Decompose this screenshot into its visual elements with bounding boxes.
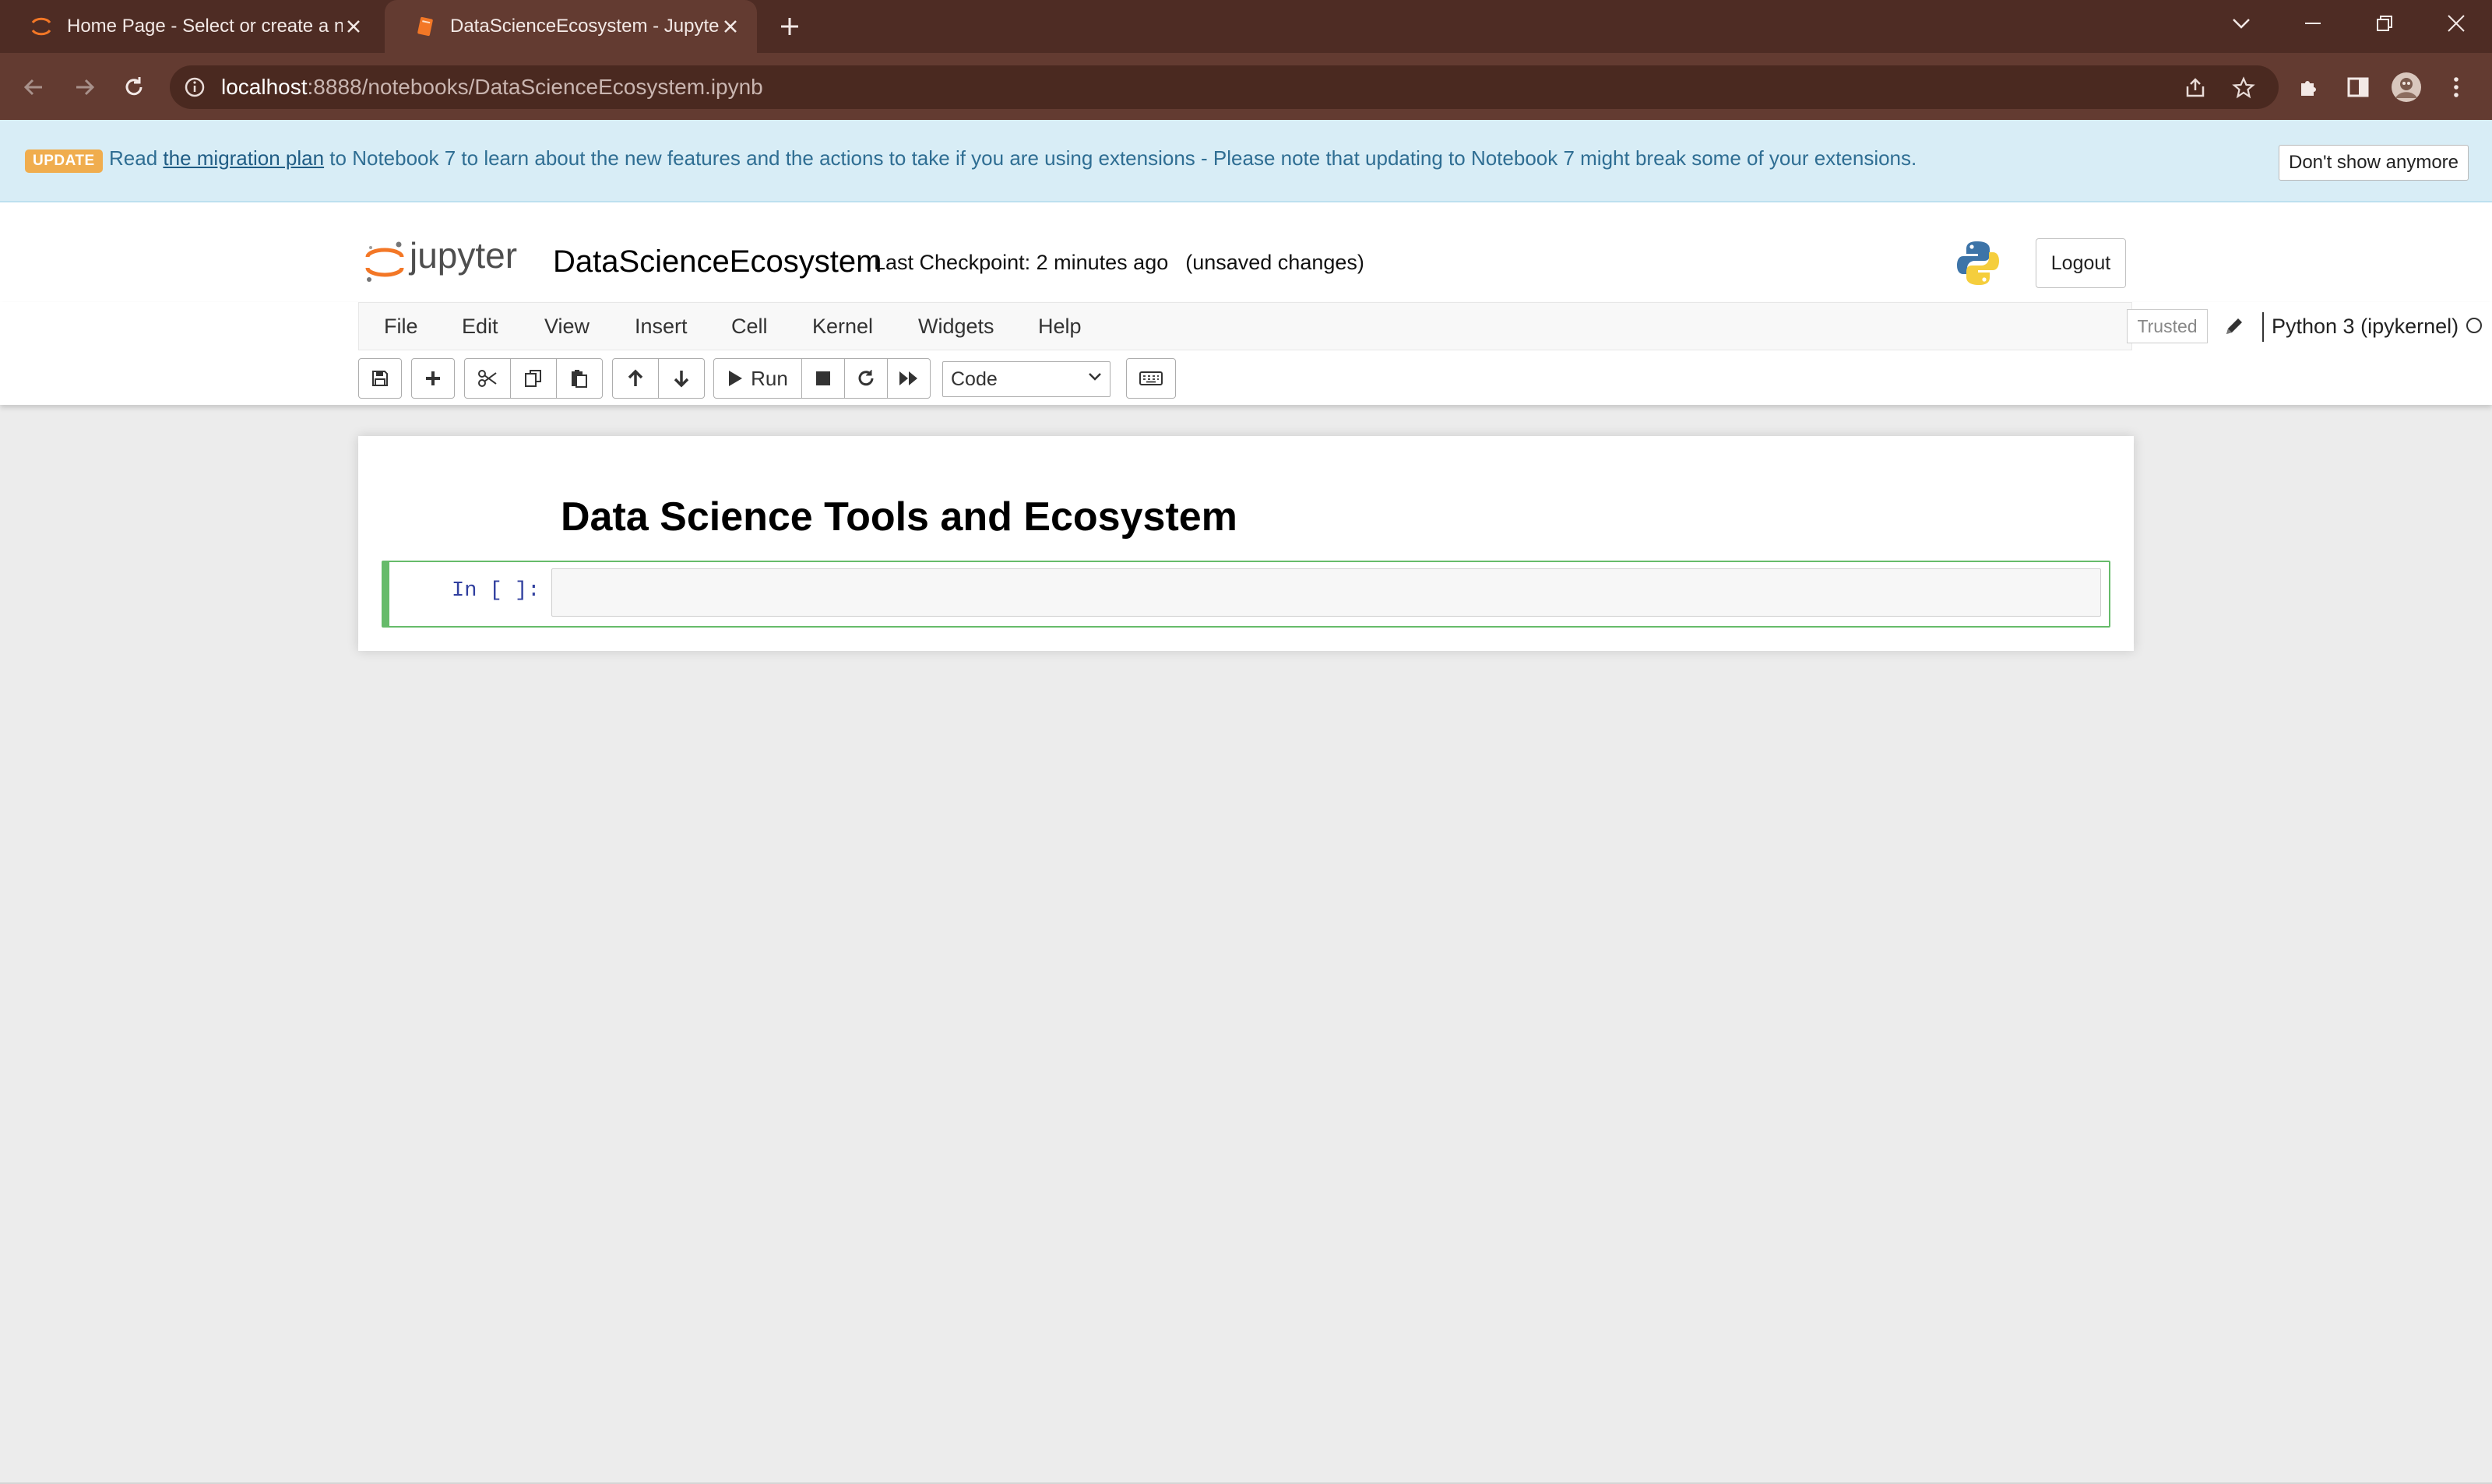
move-cell-down-button[interactable]: [658, 358, 705, 399]
site-info-icon[interactable]: [184, 76, 206, 98]
menubar: File Edit View Insert Cell Kernel Widget…: [358, 302, 2482, 350]
back-arrow-icon[interactable]: [16, 69, 53, 106]
restart-icon: [858, 370, 874, 386]
notebook-name[interactable]: DataScienceEcosystem: [553, 244, 882, 280]
menu-kernel[interactable]: Kernel: [812, 303, 873, 350]
menu-edit[interactable]: Edit: [462, 303, 498, 350]
tab-title: Home Page - Select or create a notebook: [67, 16, 343, 37]
kernel-name[interactable]: Python 3 (ipykernel): [2272, 303, 2459, 350]
url-path: :8888/notebooks/DataScienceEcosystem.ipy…: [307, 75, 763, 99]
kernel-separator: [2262, 312, 2264, 342]
notebook-toolbar: Run Code: [358, 358, 1215, 399]
keyboard-icon: [1139, 371, 1163, 385]
plus-icon: [426, 371, 440, 385]
copy-cells-button[interactable]: [510, 358, 557, 399]
cell-type-select[interactable]: Code: [942, 361, 1110, 397]
tab-search-chevron-icon[interactable]: [2223, 8, 2260, 39]
code-input[interactable]: [551, 568, 2101, 617]
menu-help[interactable]: Help: [1038, 303, 1082, 350]
trusted-indicator[interactable]: Trusted: [2127, 309, 2208, 343]
banner-text-before: Read: [109, 146, 164, 170]
python-logo-icon: [1956, 240, 2000, 287]
move-cell-up-button[interactable]: [612, 358, 659, 399]
cell-type-value: Code: [951, 368, 998, 390]
close-window-icon[interactable]: [2437, 8, 2475, 39]
extensions-icon[interactable]: [2290, 69, 2327, 106]
save-button[interactable]: [358, 358, 402, 399]
arrow-down-icon: [674, 371, 689, 388]
last-checkpoint: Last Checkpoint: 2 minutes ago: [874, 251, 1169, 274]
forward-arrow-icon[interactable]: [65, 69, 103, 106]
tab-home-page[interactable]: Home Page - Select or create a notebook: [0, 0, 380, 53]
reload-icon[interactable]: [115, 69, 153, 106]
side-panel-icon[interactable]: [2339, 69, 2377, 106]
unsaved-changes: (unsaved changes): [1185, 251, 1364, 274]
stop-icon: [816, 371, 830, 385]
menu-file[interactable]: File: [384, 303, 418, 350]
restart-kernel-button[interactable]: [844, 358, 888, 399]
browser-menu-icon[interactable]: [2437, 69, 2475, 106]
jupyter-header: jupyter DataScienceEcosystem Last Checkp…: [0, 202, 2492, 302]
menu-insert[interactable]: Insert: [635, 303, 688, 350]
notebook-menu-area: File Edit View Insert Cell Kernel Widget…: [0, 302, 2492, 405]
restore-icon[interactable]: [2366, 8, 2403, 39]
url-host: localhost: [221, 75, 308, 99]
banner-message: Read the migration plan to Notebook 7 to…: [109, 146, 1917, 171]
interrupt-kernel-button[interactable]: [801, 358, 845, 399]
copy-icon: [525, 370, 541, 387]
insert-cell-below-button[interactable]: [411, 358, 455, 399]
play-icon: [729, 371, 743, 386]
cut-cells-button[interactable]: [464, 358, 511, 399]
jupyter-favicon-icon: [30, 15, 53, 38]
browser-toolbar: localhost:8888/notebooks/DataScienceEcos…: [0, 53, 2492, 120]
jupyter-logo[interactable]: jupyter: [361, 237, 533, 288]
menu-widgets[interactable]: Widgets: [918, 303, 994, 350]
code-cell[interactable]: In [ ]:: [382, 561, 2110, 628]
minimize-icon[interactable]: [2294, 8, 2332, 39]
edit-mode-pencil-icon: [2222, 314, 2247, 339]
menu-cell[interactable]: Cell: [731, 303, 768, 350]
paste-cells-button[interactable]: [556, 358, 603, 399]
address-bar[interactable]: localhost:8888/notebooks/DataScienceEcos…: [170, 65, 2279, 109]
run-label: Run: [751, 366, 788, 390]
notebook-favicon-icon: [414, 16, 436, 37]
fast-forward-icon: [899, 371, 917, 385]
close-tab-icon[interactable]: [720, 16, 741, 37]
kernel-idle-indicator-icon: [2466, 318, 2482, 333]
chevron-down-icon: [1088, 371, 1102, 382]
run-button[interactable]: Run: [713, 358, 802, 399]
svg-text:jupyter: jupyter: [408, 237, 517, 276]
checkpoint-status: Last Checkpoint: 2 minutes ago (unsaved c…: [874, 251, 1382, 275]
markdown-heading[interactable]: Data Science Tools and Ecosystem: [561, 494, 1237, 540]
tab-title: DataScienceEcosystem - Jupyter Notebook: [450, 16, 720, 37]
dont-show-anymore-button[interactable]: Don't show anymore: [2279, 145, 2469, 181]
profile-avatar[interactable]: [2388, 69, 2425, 106]
update-badge: UPDATE: [25, 149, 103, 173]
tab-notebook[interactable]: DataScienceEcosystem - Jupyter Notebook: [385, 0, 757, 53]
browser-tab-bar: Home Page - Select or create a notebook …: [0, 0, 2492, 53]
command-palette-button[interactable]: [1126, 358, 1176, 399]
arrow-up-icon: [628, 369, 643, 386]
bookmark-star-icon[interactable]: [2230, 75, 2257, 101]
url-text: localhost:8888/notebooks/DataScienceEcos…: [221, 75, 763, 100]
close-tab-icon[interactable]: [343, 16, 364, 37]
input-prompt: In [ ]:: [452, 579, 540, 603]
banner-text-after: to Notebook 7 to learn about the new fea…: [324, 146, 1917, 170]
update-banner: UPDATE Read the migration plan to Notebo…: [0, 120, 2492, 202]
logout-button[interactable]: Logout: [2036, 238, 2126, 288]
floppy-disk-icon: [372, 371, 388, 386]
menu-view[interactable]: View: [544, 303, 590, 350]
restart-run-all-button[interactable]: [887, 358, 931, 399]
scissors-icon: [478, 370, 497, 387]
share-icon[interactable]: [2182, 75, 2209, 101]
new-tab-icon[interactable]: [776, 12, 804, 40]
migration-plan-link[interactable]: the migration plan: [163, 146, 324, 170]
paste-icon: [572, 370, 587, 388]
notebook-container: Data Science Tools and Ecosystem In [ ]:: [358, 436, 2134, 651]
